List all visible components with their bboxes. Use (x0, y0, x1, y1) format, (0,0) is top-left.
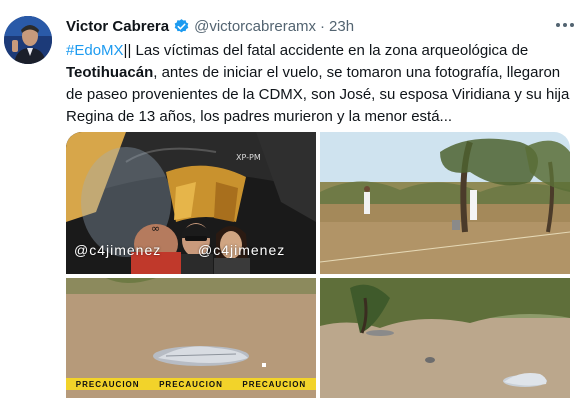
author-avatar[interactable] (4, 16, 52, 64)
svg-text:XP-PM: XP-PM (236, 153, 261, 162)
caution-text-3: PRECAUCION (242, 379, 307, 389)
author-handle[interactable]: @victorcabreramx (194, 18, 316, 35)
covered-field-image (320, 278, 570, 398)
tweet-header: Victor Cabrera @victorcabreramx · 23h (66, 15, 578, 37)
tweet-text-part1: || Las víctimas del fatal accidente en l… (123, 42, 529, 59)
more-options-button[interactable] (554, 16, 576, 34)
field-trees-image (320, 132, 570, 274)
media-grid: XP-PM ∞ @c4jimenez @c4jimenez PRECAUCION… (66, 132, 570, 398)
caution-text-2: PRECAUCION (159, 379, 223, 389)
verified-badge-icon[interactable] (173, 18, 190, 35)
author-name[interactable]: Victor Cabrera (66, 18, 169, 35)
tweet-bold-place: Teotihuacán (66, 64, 154, 81)
more-dots-icon (556, 23, 574, 27)
svg-text:∞: ∞ (151, 222, 160, 235)
tweet-text: #EdoMX|| Las víctimas del fatal accident… (66, 40, 578, 128)
tweet-timestamp[interactable]: 23h (329, 18, 354, 35)
watermark-right: @c4jimenez (198, 242, 286, 258)
photo-balloon-selfie[interactable]: XP-PM ∞ @c4jimenez @c4jimenez (66, 132, 316, 274)
watermark-left: @c4jimenez (74, 242, 162, 258)
hashtag-link[interactable]: #EdoMX (66, 42, 124, 59)
photo-covered-field[interactable] (320, 278, 570, 398)
photo-caution-tape[interactable]: PRECAUCION PRECAUCION PRECAUCION (66, 278, 316, 398)
caution-text-1: PRECAUCION (75, 379, 140, 389)
separator-dot: · (320, 17, 326, 35)
avatar-image (4, 16, 52, 64)
caution-tape: PRECAUCION PRECAUCION PRECAUCION (66, 378, 316, 390)
photo-field-trees[interactable] (320, 132, 570, 274)
